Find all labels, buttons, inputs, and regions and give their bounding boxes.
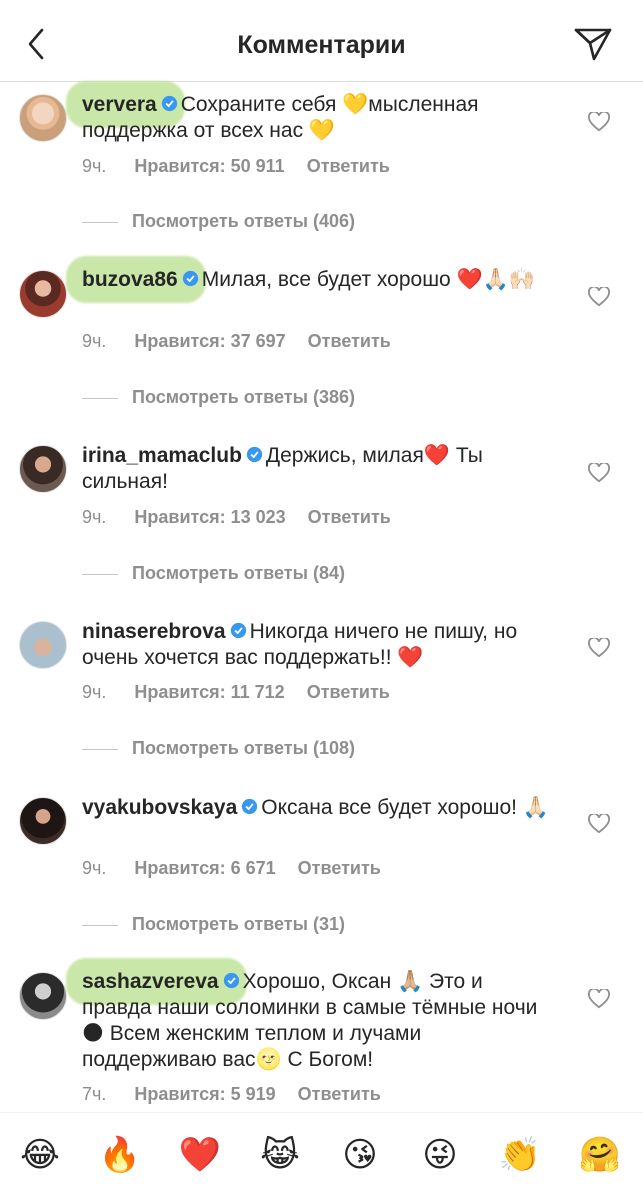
avatar[interactable]	[19, 972, 67, 1020]
verified-badge-icon	[161, 95, 177, 112]
emoji-button[interactable]: 🔥	[98, 1133, 142, 1177]
view-replies-button[interactable]: Посмотреть ответы (108)	[82, 738, 355, 759]
comment-username[interactable]: ninaserebrova	[82, 620, 226, 643]
reply-button[interactable]: Ответить	[308, 507, 391, 527]
emoji-button[interactable]: 😘	[338, 1133, 382, 1177]
emoji-button[interactable]: 😜	[418, 1133, 462, 1177]
comment-text: Милая, все будет хорошо ❤️🙏🏻🙌🏻	[201, 268, 535, 291]
page-title: Комментарии	[237, 31, 406, 59]
like-button[interactable]	[588, 285, 610, 307]
emoji-quick-bar: 😂 🔥 ❤️ 😹 😘 😜 👏 🤗	[0, 1112, 643, 1201]
view-replies-button[interactable]: Посмотреть ответы (386)	[82, 387, 355, 408]
avatar[interactable]	[19, 270, 67, 318]
comment-time: 9ч.	[82, 858, 107, 878]
verified-badge-icon	[182, 270, 198, 287]
reply-button[interactable]: Ответить	[298, 1084, 381, 1104]
heart-icon	[588, 812, 610, 834]
avatar[interactable]	[19, 94, 67, 142]
like-button[interactable]	[588, 636, 610, 658]
view-replies-button[interactable]: Посмотреть ответы (84)	[82, 563, 345, 584]
comment-meta: 9ч. Нравится: 13 023 Ответить	[82, 507, 413, 528]
avatar[interactable]	[19, 797, 67, 845]
comment-username[interactable]: irina_mamaclub	[82, 444, 242, 467]
comment-likes[interactable]: Нравится: 6 671	[134, 858, 275, 878]
heart-icon	[588, 461, 610, 483]
avatar[interactable]	[19, 621, 67, 669]
comment-meta: 7ч. Нравится: 5 919 Ответить	[82, 1084, 403, 1105]
reply-button[interactable]: Ответить	[307, 682, 390, 702]
emoji-button[interactable]: 👏	[498, 1133, 542, 1177]
header-bar: Комментарии	[0, 0, 643, 82]
comment-username[interactable]: ververa	[66, 81, 185, 128]
comment-meta: 9ч. Нравится: 37 697 Ответить	[82, 331, 413, 352]
comment-time: 9ч.	[82, 331, 107, 351]
avatar[interactable]	[19, 445, 67, 493]
direct-message-button[interactable]	[573, 26, 613, 62]
emoji-button[interactable]: 😂	[18, 1133, 62, 1177]
verified-badge-icon	[230, 622, 246, 639]
comment-meta: 9ч. Нравится: 11 712 Ответить	[82, 682, 412, 703]
view-replies-button[interactable]: Посмотреть ответы (31)	[82, 914, 345, 935]
comment-username[interactable]: buzova86	[66, 256, 206, 303]
replies-divider	[82, 221, 118, 223]
like-button[interactable]	[588, 461, 610, 483]
comment-likes[interactable]: Нравится: 13 023	[134, 507, 285, 527]
verified-badge-icon	[223, 972, 239, 989]
comment-likes[interactable]: Нравится: 5 919	[134, 1084, 275, 1104]
reply-button[interactable]: Ответить	[307, 156, 390, 176]
emoji-button[interactable]: 😹	[258, 1133, 302, 1177]
emoji-button[interactable]: 🤗	[578, 1133, 622, 1177]
comment-time: 9ч.	[82, 507, 107, 527]
heart-icon	[588, 285, 610, 307]
verified-badge-icon	[246, 446, 263, 463]
like-button[interactable]	[588, 812, 610, 834]
heart-icon	[588, 636, 610, 658]
comment-likes[interactable]: Нравится: 37 697	[134, 331, 285, 351]
comment-meta: 9ч. Нравится: 6 671 Ответить	[82, 858, 403, 879]
heart-icon	[588, 110, 610, 132]
verified-badge-icon	[242, 798, 258, 815]
reply-button[interactable]: Ответить	[298, 858, 381, 878]
comment-text: Оксана все будет хорошо! 🙏🏻	[261, 796, 549, 819]
heart-icon	[588, 987, 610, 1009]
comment-time: 9ч.	[82, 682, 107, 702]
comment-likes[interactable]: Нравится: 11 712	[134, 682, 284, 702]
paper-plane-icon	[574, 28, 612, 61]
like-button[interactable]	[588, 110, 610, 132]
comment-time: 9ч.	[82, 156, 107, 176]
emoji-button[interactable]: ❤️	[178, 1133, 222, 1177]
replies-divider	[82, 573, 118, 575]
comment-likes[interactable]: Нравится: 50 911	[134, 156, 284, 176]
view-replies-button[interactable]: Посмотреть ответы (406)	[82, 211, 355, 232]
reply-button[interactable]: Ответить	[308, 331, 391, 351]
replies-divider	[82, 924, 118, 926]
like-button[interactable]	[588, 987, 610, 1009]
comment-time: 7ч.	[82, 1084, 107, 1104]
comment-username[interactable]: vyakubovskaya	[82, 796, 237, 819]
comment-username[interactable]: sashazvereva	[66, 958, 247, 1005]
replies-divider	[82, 397, 118, 399]
comment-meta: 9ч. Нравится: 50 911 Ответить	[82, 156, 412, 177]
replies-divider	[82, 748, 118, 750]
